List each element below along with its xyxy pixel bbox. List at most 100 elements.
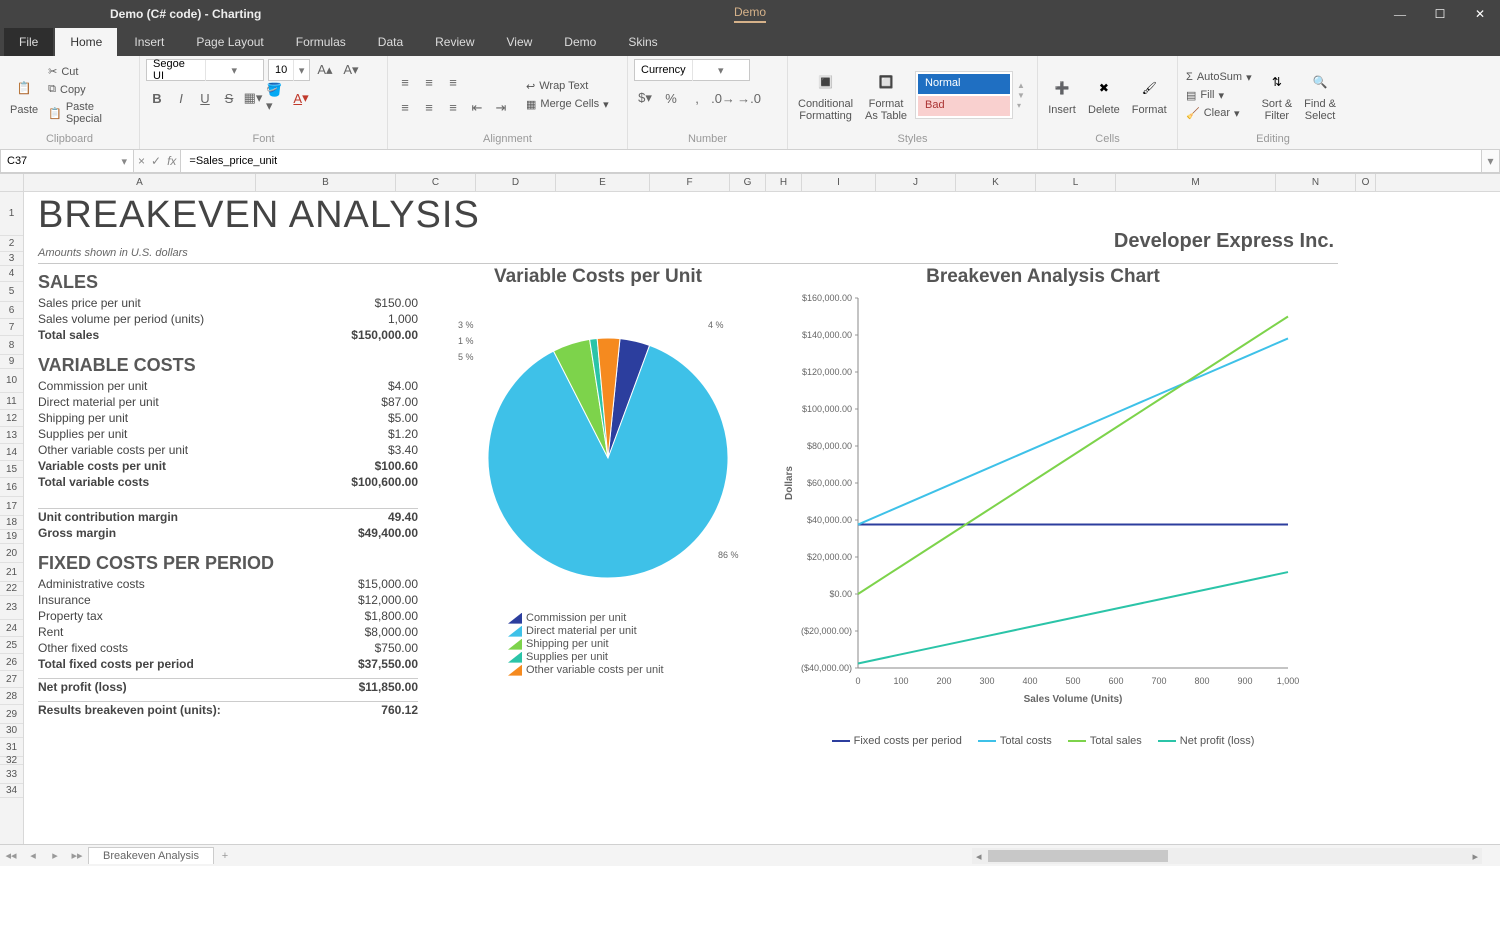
- insert-icon: ➕: [1048, 74, 1076, 102]
- comma-button[interactable]: ,: [686, 87, 708, 109]
- find-icon: 🔍: [1306, 68, 1334, 96]
- format-as-table-icon: 🔲: [872, 68, 900, 96]
- cell-style-bad[interactable]: Bad: [918, 96, 1010, 116]
- align-top-button[interactable]: ≡: [394, 72, 416, 94]
- tab-insert[interactable]: Insert: [119, 28, 179, 56]
- delete-icon: ✖: [1090, 74, 1118, 102]
- svg-text:$20,000.00: $20,000.00: [807, 552, 852, 562]
- number-format-dropdown[interactable]: Currency▾: [634, 59, 750, 81]
- sort-icon: ⇅: [1263, 68, 1291, 96]
- enter-formula-icon[interactable]: ✓: [151, 154, 161, 168]
- add-sheet-button[interactable]: +: [214, 850, 236, 862]
- tab-skins[interactable]: Skins: [613, 28, 672, 56]
- inc-decimal-button[interactable]: .0→: [712, 87, 734, 109]
- expand-formula-icon[interactable]: ▾: [1482, 150, 1500, 173]
- tab-data[interactable]: Data: [363, 28, 418, 56]
- fill-color-button[interactable]: 🪣▾: [266, 87, 288, 109]
- cancel-formula-icon[interactable]: ×: [138, 154, 145, 168]
- align-left-button[interactable]: ≡: [394, 97, 416, 119]
- group-styles-label: Styles: [794, 131, 1031, 147]
- currency-button[interactable]: $▾: [634, 87, 656, 109]
- dec-decimal-button[interactable]: →.0: [738, 87, 760, 109]
- formula-input[interactable]: =Sales_price_unit: [181, 150, 1482, 173]
- maximize-icon[interactable]: ☐: [1420, 0, 1460, 28]
- paste-special-button[interactable]: 📋Paste Special: [46, 100, 133, 126]
- format-as-table-button[interactable]: 🔲 Format As Table: [861, 66, 911, 124]
- tab-view[interactable]: View: [492, 28, 548, 56]
- borders-button[interactable]: ▦▾: [242, 87, 264, 109]
- tab-demo[interactable]: Demo: [549, 28, 611, 56]
- svg-text:100: 100: [893, 676, 908, 686]
- align-right-button[interactable]: ≡: [442, 97, 464, 119]
- column-headers[interactable]: ABCDEFGHIJKLMNO: [0, 174, 1500, 192]
- font-color-button[interactable]: A▾: [290, 87, 312, 109]
- line-legend: Fixed costs per periodTotal costsTotal s…: [778, 735, 1308, 747]
- merge-cells-button[interactable]: ▦Merge Cells ▾: [524, 97, 611, 112]
- cut-button[interactable]: ✂Cut: [46, 64, 133, 79]
- cells-area[interactable]: BREAKEVEN ANALYSIS Developer Express Inc…: [24, 192, 1500, 844]
- wrap-text-button[interactable]: ↩Wrap Text: [524, 79, 611, 94]
- svg-text:Dollars: Dollars: [784, 466, 795, 500]
- indent-inc-button[interactable]: ⇥: [490, 97, 512, 119]
- paste-icon: 📋: [10, 74, 38, 102]
- svg-text:($20,000.00): ($20,000.00): [801, 626, 852, 636]
- autosum-button[interactable]: ΣAutoSum ▾: [1184, 70, 1254, 85]
- italic-button[interactable]: I: [170, 87, 192, 109]
- select-all-corner[interactable]: [0, 174, 24, 191]
- fx-icon[interactable]: fx: [167, 154, 176, 168]
- tab-home[interactable]: Home: [55, 28, 117, 56]
- horizontal-scrollbar[interactable]: ◂▸: [972, 848, 1482, 864]
- tab-formulas[interactable]: Formulas: [281, 28, 361, 56]
- tab-nav-next[interactable]: ▸: [44, 849, 66, 862]
- indent-dec-button[interactable]: ⇤: [466, 97, 488, 119]
- find-select-button[interactable]: 🔍Find & Select: [1300, 66, 1340, 124]
- name-box[interactable]: C37▾: [0, 150, 134, 173]
- svg-text:$160,000.00: $160,000.00: [802, 293, 852, 303]
- ribbon: 📋 Paste ✂Cut ⧉Copy 📋Paste Special Clipbo…: [0, 56, 1500, 150]
- sheet-tab-active[interactable]: Breakeven Analysis: [88, 847, 214, 864]
- insert-cells-button[interactable]: ➕Insert: [1044, 72, 1080, 118]
- svg-text:1,000: 1,000: [1277, 676, 1300, 686]
- pie-title: Variable Costs per Unit: [428, 266, 768, 288]
- bold-button[interactable]: B: [146, 87, 168, 109]
- tab-nav-first[interactable]: ◂◂: [0, 849, 22, 862]
- scroll-down-icon[interactable]: ▼: [1017, 91, 1025, 100]
- row-headers[interactable]: 1234567891011121314151617181920212223242…: [0, 192, 24, 844]
- tab-file[interactable]: File: [4, 28, 53, 56]
- strike-button[interactable]: S: [218, 87, 240, 109]
- percent-button[interactable]: %: [660, 87, 682, 109]
- chevron-down-icon: ▾: [1218, 89, 1224, 102]
- merge-icon: ▦: [526, 98, 536, 111]
- align-mid-button[interactable]: ≡: [418, 72, 440, 94]
- underline-button[interactable]: U: [194, 87, 216, 109]
- tab-review[interactable]: Review: [420, 28, 489, 56]
- align-bot-button[interactable]: ≡: [442, 72, 464, 94]
- font-name-dropdown[interactable]: Segoe UI▾: [146, 59, 264, 81]
- svg-text:Sales Volume (Units): Sales Volume (Units): [1024, 694, 1123, 705]
- clear-button[interactable]: 🧹Clear ▾: [1184, 106, 1254, 121]
- delete-cells-button[interactable]: ✖Delete: [1084, 72, 1124, 118]
- grow-font-button[interactable]: A▴: [314, 59, 336, 81]
- sort-filter-button[interactable]: ⇅Sort & Filter: [1258, 66, 1297, 124]
- svg-text:$0.00: $0.00: [829, 589, 852, 599]
- close-icon[interactable]: ✕: [1460, 0, 1500, 28]
- svg-text:$60,000.00: $60,000.00: [807, 478, 852, 488]
- format-cells-button[interactable]: 🖌Format: [1128, 72, 1171, 118]
- scroll-up-icon[interactable]: ▲: [1017, 81, 1025, 90]
- paste-button[interactable]: 📋 Paste: [6, 72, 42, 118]
- expand-icon[interactable]: ▾: [1017, 101, 1025, 110]
- conditional-formatting-button[interactable]: 🔳 Conditional Formatting: [794, 66, 857, 124]
- tab-pagelayout[interactable]: Page Layout: [181, 28, 278, 56]
- align-center-button[interactable]: ≡: [418, 97, 440, 119]
- font-size-dropdown[interactable]: 10▾: [268, 59, 310, 81]
- shrink-font-button[interactable]: A▾: [340, 59, 362, 81]
- minimize-icon[interactable]: —: [1380, 0, 1420, 28]
- tab-nav-prev[interactable]: ◂: [22, 849, 44, 862]
- cell-style-normal[interactable]: Normal: [918, 74, 1010, 94]
- tab-nav-last[interactable]: ▸▸: [66, 849, 88, 862]
- svg-text:200: 200: [936, 676, 951, 686]
- fill-button[interactable]: ▤Fill ▾: [1184, 88, 1254, 103]
- svg-text:3 %: 3 %: [458, 320, 474, 330]
- pie-chart: 4 %3 %1 %5 %86 %: [428, 288, 768, 608]
- copy-button[interactable]: ⧉Copy: [46, 82, 133, 97]
